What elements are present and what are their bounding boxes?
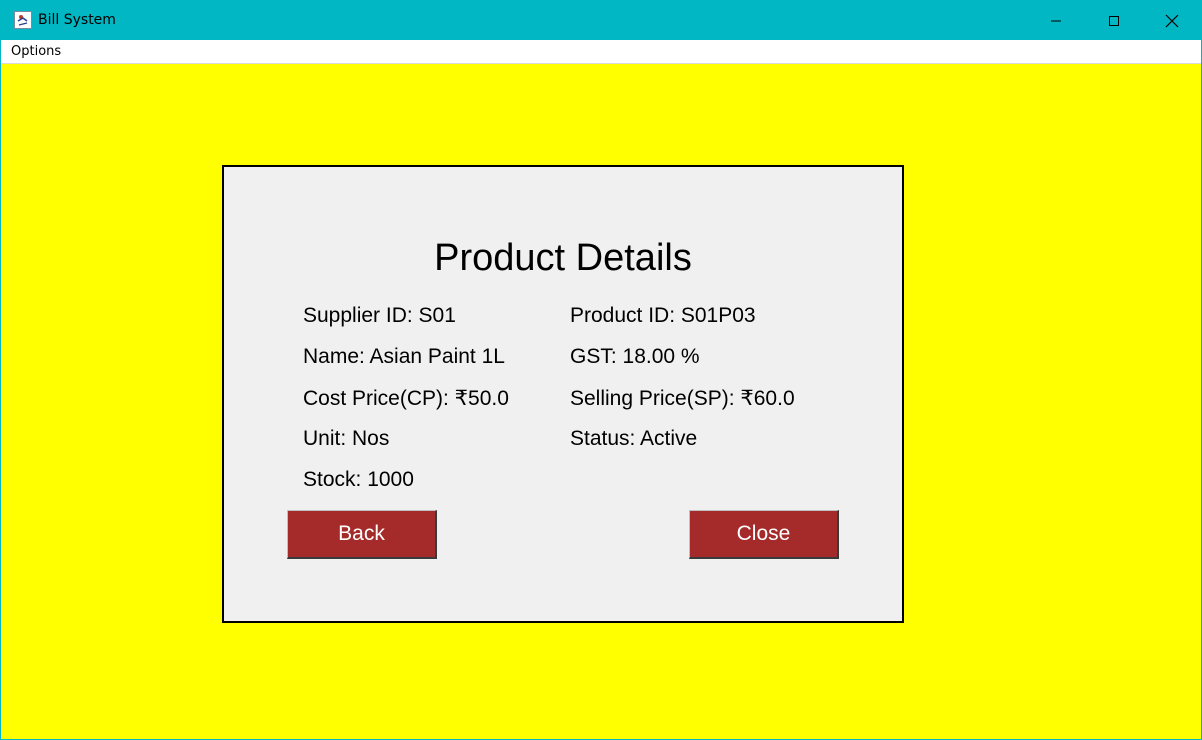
app-icon xyxy=(14,11,32,29)
supplier-id-label: Supplier ID: S01 xyxy=(303,304,456,327)
close-button[interactable]: Close xyxy=(689,510,839,559)
selling-price-label: Selling Price(SP): ₹60.0 xyxy=(570,387,795,410)
back-button[interactable]: Back xyxy=(287,510,437,559)
maximize-icon xyxy=(1109,15,1119,26)
status-label: Status: Active xyxy=(570,427,698,450)
gst-label: GST: 18.00 % xyxy=(570,345,700,368)
menu-bar: Options xyxy=(1,40,1201,64)
name-label: Name: Asian Paint 1L xyxy=(303,345,505,368)
close-window-button[interactable] xyxy=(1143,1,1201,40)
window-title: Bill System xyxy=(38,12,116,28)
menu-options[interactable]: Options xyxy=(11,44,61,59)
stock-label: Stock: 1000 xyxy=(303,468,414,491)
close-icon xyxy=(1165,14,1179,27)
minimize-button[interactable] xyxy=(1027,1,1085,40)
app-window: Bill System Options Product Details Supp… xyxy=(0,0,1202,740)
product-id-label: Product ID: S01P03 xyxy=(570,304,756,327)
title-bar[interactable]: Bill System xyxy=(1,1,1201,40)
minimize-icon xyxy=(1051,20,1061,21)
panel-title: Product Details xyxy=(434,237,692,279)
cost-price-label: Cost Price(CP): ₹50.0 xyxy=(303,387,509,410)
product-details-panel: Product Details Supplier ID: S01 Product… xyxy=(222,165,904,623)
maximize-button[interactable] xyxy=(1085,1,1143,40)
unit-label: Unit: Nos xyxy=(303,427,390,450)
